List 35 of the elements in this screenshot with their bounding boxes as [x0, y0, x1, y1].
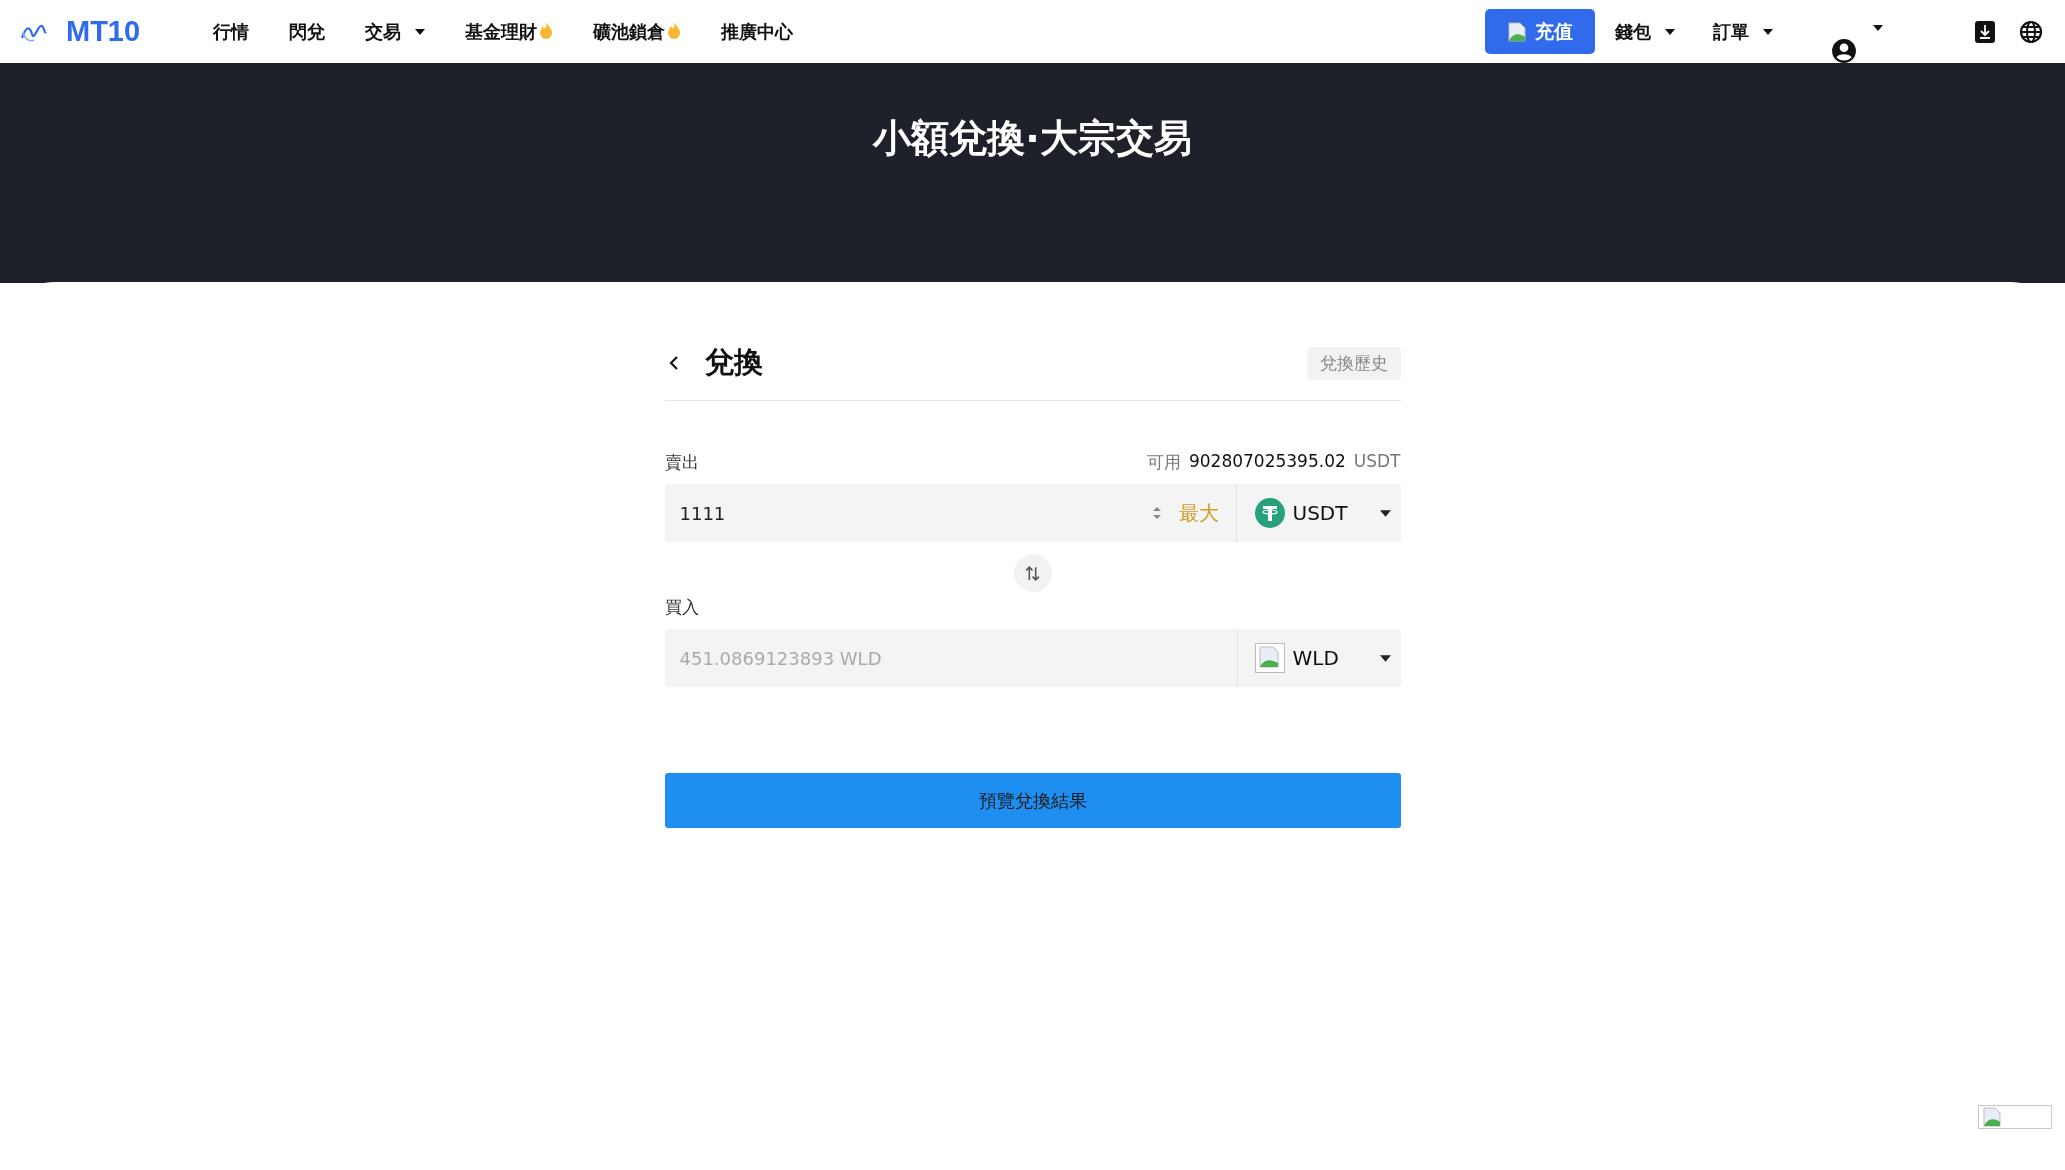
available-amount: 902807025395.02 [1188, 451, 1346, 473]
nav-link[interactable]: 交易 [365, 19, 425, 44]
download-icon[interactable] [1975, 20, 1995, 43]
preview-button[interactable]: 預覽兌換結果 [664, 773, 1401, 828]
caret-icon [1665, 28, 1675, 35]
back-icon[interactable] [668, 355, 679, 371]
coin-icon [1254, 498, 1285, 528]
caret-icon [415, 28, 425, 35]
nav-link[interactable]: 行情 [213, 19, 249, 44]
nav-link[interactable]: 礦池鎖倉 [593, 19, 681, 44]
hero-title: 小額兌換·大宗交易 [873, 115, 1192, 162]
sell-label: 賣出 [664, 451, 699, 474]
sell-amount-field[interactable]: 1111 [664, 484, 1145, 542]
caret-icon [1379, 654, 1391, 662]
swap-arrows-icon [1024, 564, 1041, 582]
nav-dropdown[interactable]: 訂單 [1713, 19, 1773, 44]
available-unit: USDT [1353, 451, 1401, 473]
nav-link[interactable]: 基金理財 [465, 19, 553, 44]
caret-icon [1763, 28, 1773, 35]
available-label: 可用 [1146, 451, 1181, 474]
caret-icon [1873, 25, 1883, 31]
token-selector[interactable]: WLD [1236, 629, 1401, 687]
nav-link[interactable]: 閃兌 [289, 19, 325, 44]
image-icon [1507, 21, 1527, 42]
image-icon [1254, 643, 1285, 673]
globe-icon[interactable] [2019, 19, 2043, 44]
nav-link[interactable]: 推廣中心 [721, 19, 793, 44]
logo-text[interactable]: MT10 [66, 15, 141, 48]
swap-button[interactable] [1013, 554, 1052, 592]
token-selector[interactable]: USDT [1236, 484, 1401, 542]
buy-label: 買入 [664, 596, 699, 619]
nav-dropdown[interactable]: 錢包 [1615, 19, 1675, 44]
exchange-title: 兌換 [704, 344, 763, 381]
deposit-button[interactable]: 充值 [1485, 9, 1595, 54]
caret-icon [1379, 509, 1391, 517]
